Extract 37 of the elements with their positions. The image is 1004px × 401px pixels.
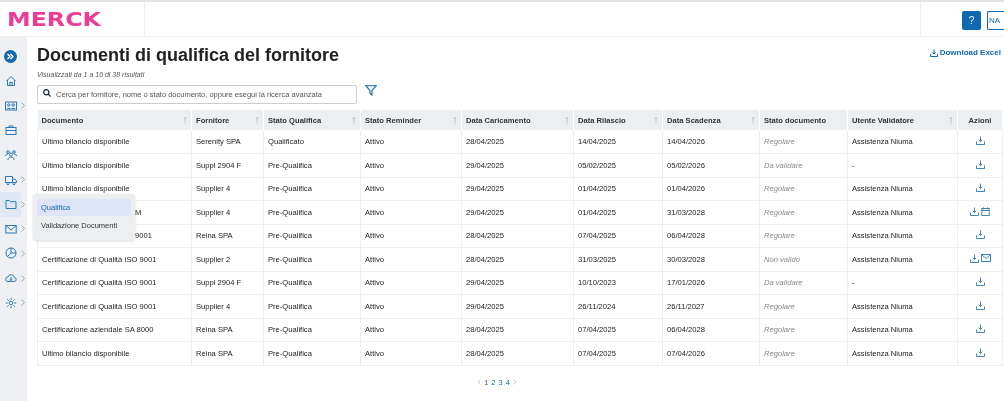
download-icon[interactable] — [969, 253, 979, 263]
download-icon[interactable] — [975, 277, 985, 287]
chevron-icon — [21, 176, 25, 184]
download-icon[interactable] — [975, 159, 985, 169]
id-card-icon — [5, 99, 17, 112]
download-icon[interactable] — [975, 230, 985, 240]
download-icon[interactable] — [970, 206, 979, 216]
gear-icon — [5, 296, 17, 309]
expand-icon[interactable] — [4, 50, 17, 63]
briefcase-icon — [5, 124, 17, 137]
download-excel-link[interactable]: Download Excel — [929, 48, 1001, 57]
home-icon — [5, 75, 17, 88]
chevron-icon — [21, 274, 25, 282]
chevron-icon — [21, 200, 25, 208]
download-icon[interactable] — [975, 347, 985, 357]
logo: MERCK — [7, 8, 101, 30]
mail-icon — [5, 222, 17, 235]
chevron-icon — [21, 249, 25, 257]
download-icon[interactable] — [975, 300, 985, 310]
user-button[interactable]: NA — [987, 10, 1004, 30]
chart-icon — [5, 247, 17, 260]
download-icon[interactable] — [975, 136, 985, 145]
help-button[interactable]: ? — [962, 10, 981, 30]
calendar-icon[interactable] — [981, 206, 990, 216]
filter-icon[interactable] — [365, 85, 377, 96]
chevron-icon — [21, 102, 25, 110]
chevron-icon — [21, 299, 25, 307]
download-icon[interactable] — [975, 183, 985, 193]
truck-icon — [5, 173, 17, 186]
download-icon — [929, 48, 938, 57]
folder-icon — [5, 198, 17, 211]
mail-icon[interactable] — [980, 254, 991, 263]
download-icon[interactable] — [975, 324, 985, 334]
people-icon — [5, 149, 17, 162]
chevron-icon — [21, 225, 25, 233]
cloud-icon — [5, 272, 17, 285]
page-title: Documenti di qualifica del fornitore — [37, 45, 340, 66]
